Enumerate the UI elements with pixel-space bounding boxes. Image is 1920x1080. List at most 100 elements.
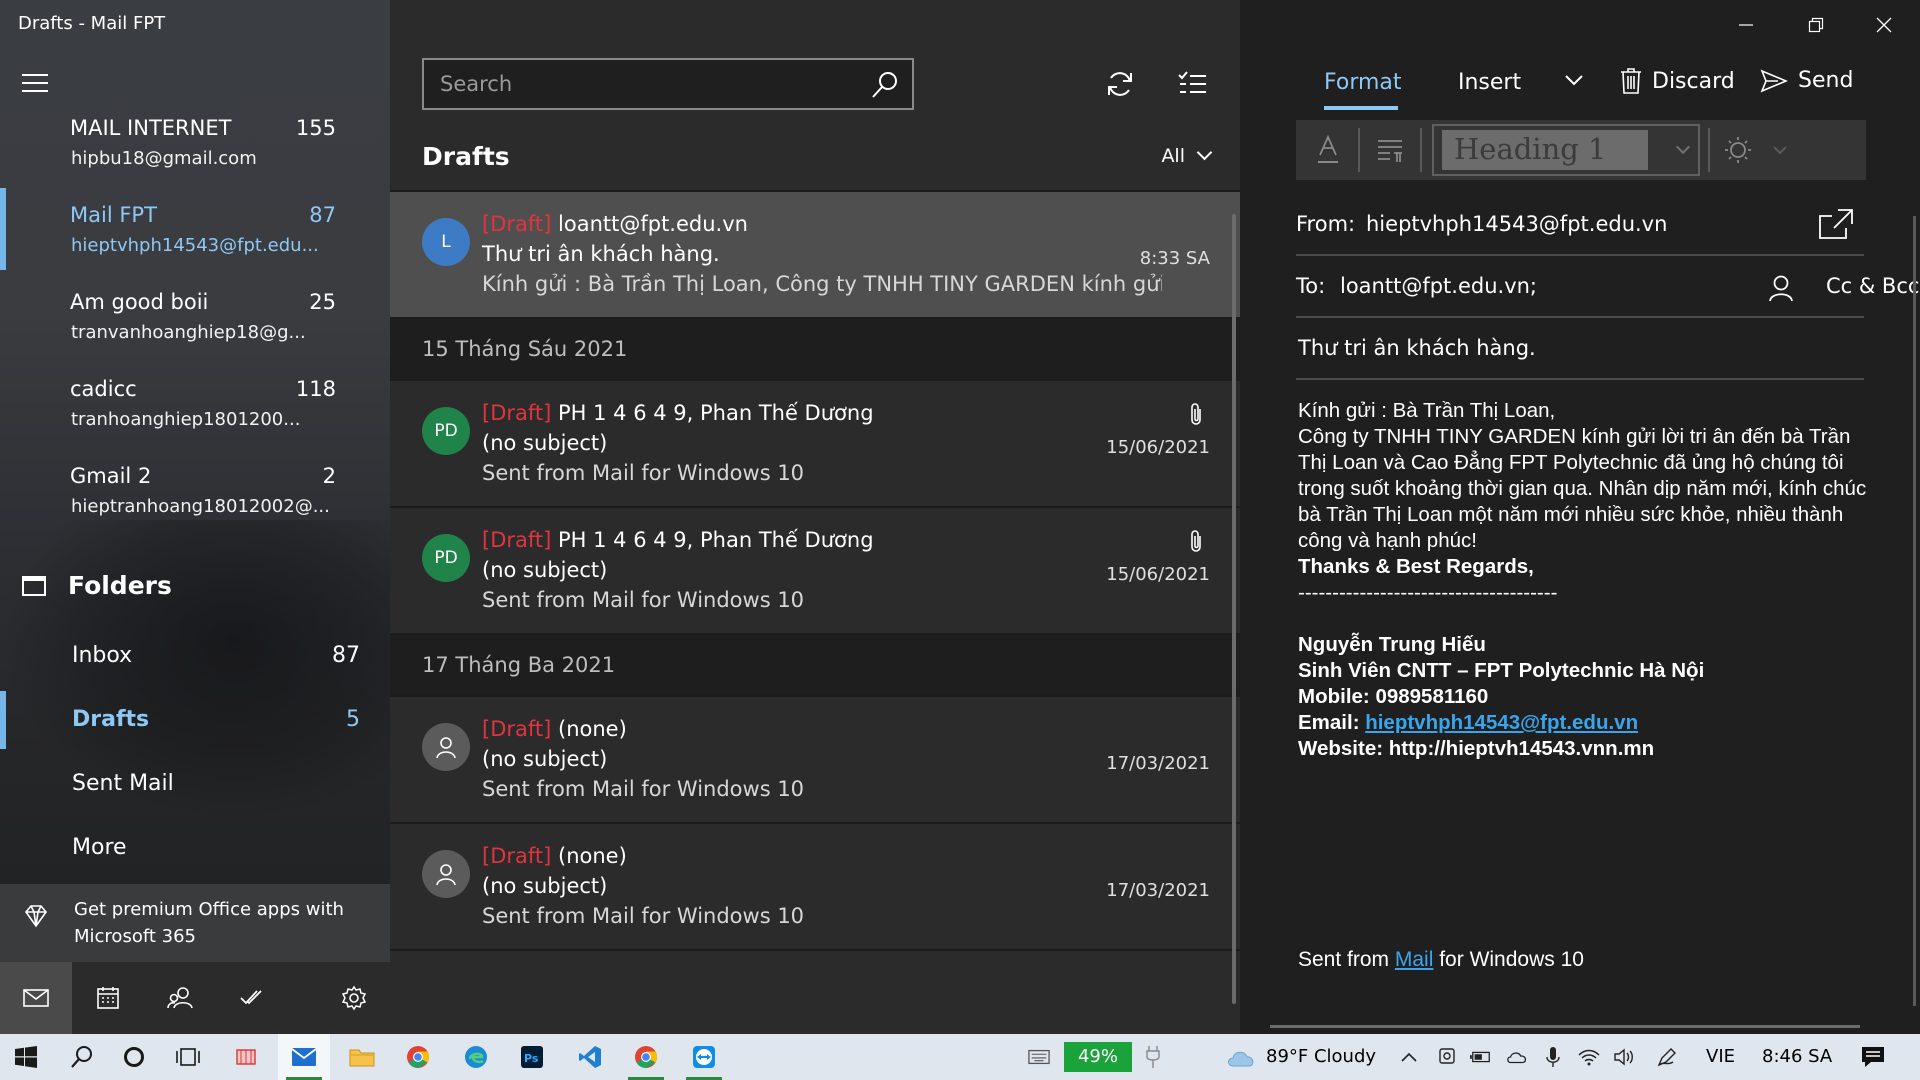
- paragraph-format-button[interactable]: [1370, 130, 1412, 170]
- restore-button[interactable]: [1786, 8, 1846, 42]
- taskbar-app-photos[interactable]: [220, 1034, 272, 1080]
- taskbar-app-photoshop[interactable]: Ps: [506, 1034, 558, 1080]
- taskbar-app-file-explorer[interactable]: [336, 1034, 388, 1080]
- mail-app-button[interactable]: [0, 962, 72, 1034]
- message-item[interactable]: [Draft] (none) (no subject) Sent from Ma…: [390, 824, 1240, 951]
- search-button[interactable]: [56, 1034, 108, 1080]
- window-title: Drafts - Mail FPT: [18, 13, 166, 34]
- battery-percentage[interactable]: 49%: [1064, 1042, 1132, 1072]
- folder-sent-mail[interactable]: Sent Mail: [0, 771, 390, 831]
- tab-insert[interactable]: Insert: [1458, 70, 1521, 95]
- taskbar-app-chrome[interactable]: [392, 1034, 444, 1080]
- chrome-icon: [407, 1046, 429, 1068]
- start-button[interactable]: [0, 1034, 52, 1080]
- popout-icon[interactable]: [1818, 208, 1854, 240]
- contact-picker-icon[interactable]: [1768, 274, 1794, 302]
- selection-mode-button[interactable]: [1172, 64, 1212, 104]
- windows-logo-icon: [15, 1046, 37, 1068]
- account-name: Gmail 2: [70, 464, 152, 488]
- message-preview: Sent from Mail for Windows 10: [482, 588, 805, 612]
- message-item[interactable]: PD [Draft] PH 1 4 6 4 9, Phan Thế Dương …: [390, 381, 1240, 508]
- avatar: L: [422, 218, 470, 266]
- more-tabs-button[interactable]: [1564, 74, 1584, 86]
- hamburger-menu-icon[interactable]: [22, 74, 48, 94]
- list-scrollbar[interactable]: [1232, 214, 1236, 1004]
- message-item[interactable]: PD [Draft] PH 1 4 6 4 9, Phan Thế Dương …: [390, 508, 1240, 635]
- folder-icon: [22, 576, 46, 596]
- weather-cloud-icon[interactable]: [1224, 1046, 1258, 1068]
- webcam-icon[interactable]: [1436, 1046, 1458, 1068]
- input-language[interactable]: VIE: [1706, 1046, 1735, 1067]
- account-am-good-boii[interactable]: Am good boii 25 tranvanhoanghiep18@g...: [0, 290, 390, 370]
- account-cadicc[interactable]: cadicc 118 tranhoanghiep1801200...: [0, 377, 390, 457]
- send-button[interactable]: Send: [1760, 68, 1853, 93]
- search-input[interactable]: Search: [422, 58, 914, 110]
- theme-dropdown-button[interactable]: [1768, 130, 1792, 170]
- font-icon: [1318, 135, 1338, 163]
- message-time: 17/03/2021: [1106, 753, 1210, 774]
- horizontal-scrollbar[interactable]: [1270, 1025, 1860, 1028]
- filter-dropdown[interactable]: All: [1161, 144, 1213, 167]
- pen-icon[interactable]: [1656, 1046, 1678, 1068]
- mail-link[interactable]: Mail: [1395, 948, 1434, 971]
- folder-label: Inbox: [72, 643, 133, 668]
- minimize-button[interactable]: [1716, 8, 1776, 42]
- power-plug-icon[interactable]: [1142, 1046, 1164, 1068]
- settings-button[interactable]: [318, 962, 390, 1034]
- battery-icon[interactable]: [1470, 1046, 1492, 1068]
- taskbar-app-mail[interactable]: [278, 1034, 330, 1080]
- taskbar-app-edge[interactable]: [450, 1034, 502, 1080]
- keyboard-icon[interactable]: [1028, 1046, 1050, 1068]
- task-view-button[interactable]: [162, 1034, 214, 1080]
- discard-button[interactable]: Discard: [1620, 68, 1735, 94]
- restore-icon: [1808, 17, 1824, 33]
- email-link[interactable]: hieptvhph14543@fpt.edu.vn: [1365, 711, 1638, 734]
- app-grid-icon: [236, 1049, 256, 1065]
- account-mail-fpt[interactable]: Mail FPT 87 hieptvhph14543@fpt.edu...: [0, 203, 390, 283]
- wifi-icon[interactable]: [1578, 1046, 1600, 1068]
- message-body-editor[interactable]: Kính gửi : Bà Trần Thị Loan, Công ty TNH…: [1298, 398, 1868, 762]
- tab-format[interactable]: Format: [1324, 70, 1402, 95]
- taskbar-app-teamviewer[interactable]: [678, 1034, 730, 1080]
- from-field[interactable]: From: hieptvhph14543@fpt.edu.vn: [1296, 198, 1864, 256]
- unread-count: 87: [309, 203, 336, 227]
- people-app-button[interactable]: [144, 962, 216, 1034]
- vertical-scrollbar[interactable]: [1913, 216, 1916, 1006]
- account-mail-internet[interactable]: MAIL INTERNET 155 hipbu18@gmail.com: [0, 116, 390, 196]
- taskbar-app-chrome-2[interactable]: [620, 1034, 672, 1080]
- draft-tag: [Draft]: [482, 528, 552, 552]
- chevron-up-icon[interactable]: [1398, 1046, 1420, 1068]
- premium-office-banner[interactable]: Get premium Office apps with Microsoft 3…: [0, 884, 390, 962]
- cortana-button[interactable]: [108, 1034, 160, 1080]
- close-button[interactable]: [1854, 8, 1914, 42]
- account-gmail-2[interactable]: Gmail 2 2 hieptranhoang18012002@...: [0, 464, 390, 544]
- account-name: cadicc: [70, 377, 137, 401]
- to-field[interactable]: To: loantt@fpt.edu.vn; Cc & Bcc: [1296, 260, 1919, 318]
- search-icon[interactable]: [870, 70, 900, 100]
- taskbar-app-vscode[interactable]: [564, 1034, 616, 1080]
- search-icon: [71, 1046, 92, 1068]
- folders-heading[interactable]: Folders: [22, 571, 172, 600]
- font-format-button[interactable]: [1308, 130, 1348, 170]
- sync-button[interactable]: [1100, 64, 1140, 104]
- notification-center-icon[interactable]: [1858, 1046, 1888, 1068]
- folder-drafts[interactable]: Drafts 5: [0, 707, 390, 767]
- style-select[interactable]: Heading 1: [1432, 124, 1700, 176]
- folder-count: 5: [346, 707, 360, 732]
- onedrive-icon[interactable]: [1506, 1046, 1528, 1068]
- cc-bcc-button[interactable]: Cc & Bcc: [1826, 274, 1919, 298]
- calendar-app-button[interactable]: [72, 962, 144, 1034]
- gear-icon: [341, 985, 367, 1011]
- weather-text[interactable]: 89°F Cloudy: [1266, 1046, 1376, 1067]
- microphone-icon[interactable]: [1542, 1046, 1564, 1068]
- draft-tag: [Draft]: [482, 401, 552, 425]
- message-item[interactable]: L [Draft] loantt@fpt.edu.vn Thư tri ân k…: [390, 192, 1240, 319]
- message-item[interactable]: [Draft] (none) (no subject) Sent from Ma…: [390, 697, 1240, 824]
- sender-name: PH 1 4 6 4 9, Phan Thế Dương: [558, 401, 874, 425]
- folder-inbox[interactable]: Inbox 87: [0, 643, 390, 703]
- todo-app-button[interactable]: [216, 962, 288, 1034]
- subject-input[interactable]: Thư tri ân khách hàng.: [1296, 322, 1864, 380]
- theme-button[interactable]: [1718, 130, 1758, 170]
- system-clock[interactable]: 8:46 SA: [1762, 1046, 1832, 1067]
- volume-icon[interactable]: [1614, 1046, 1636, 1068]
